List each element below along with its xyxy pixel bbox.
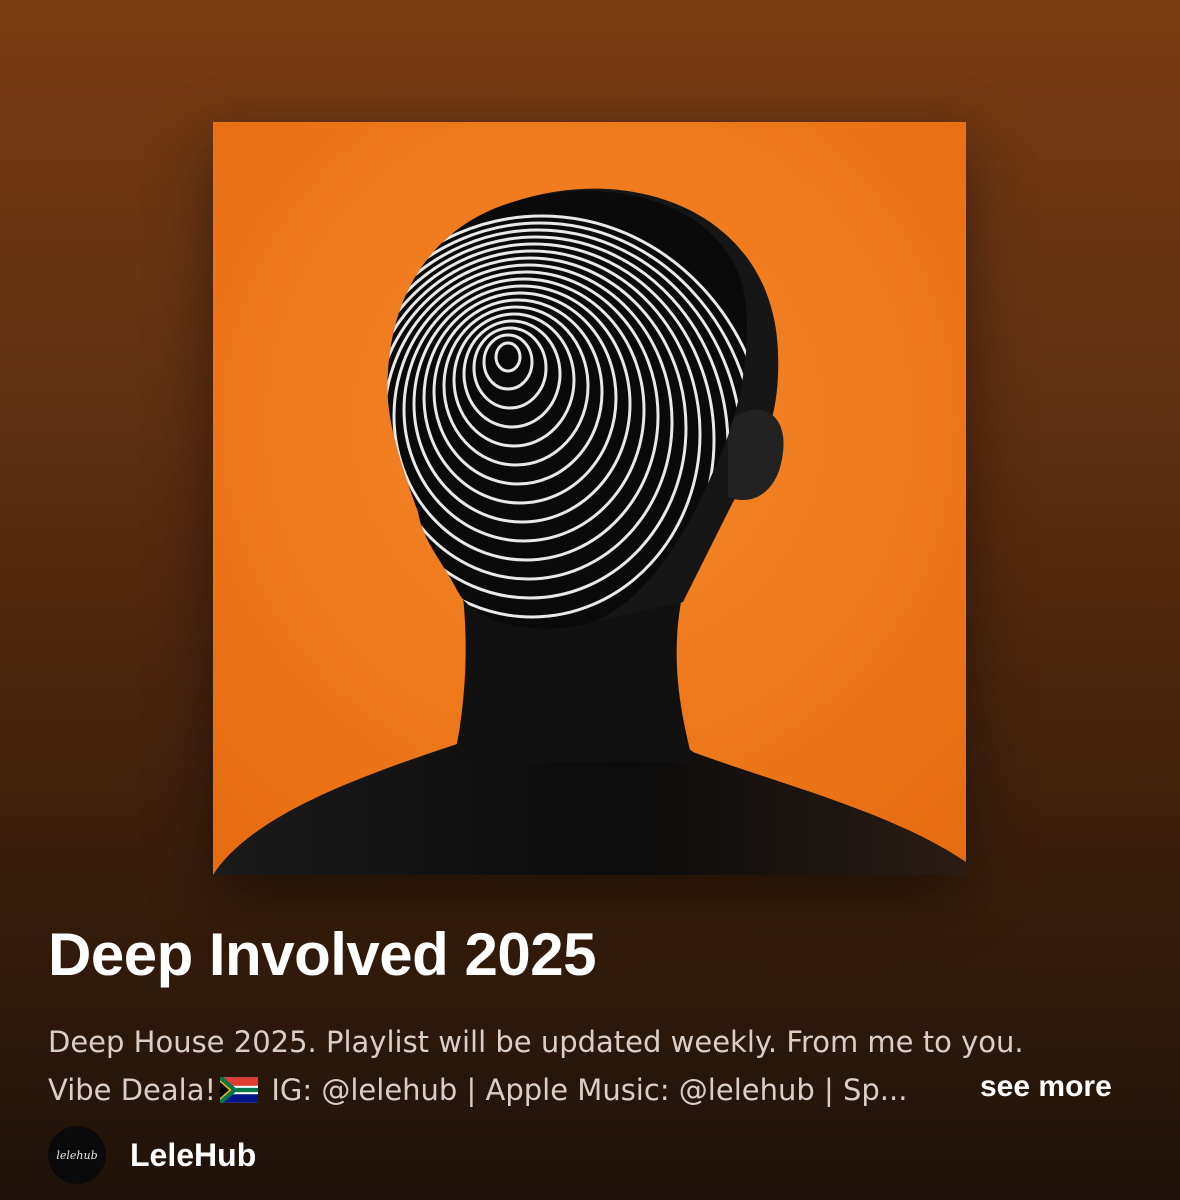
playlist-cover <box>213 122 966 875</box>
see-more-button[interactable]: see more <box>980 1070 1112 1104</box>
playlist-title: Deep Involved 2025 <box>48 921 596 988</box>
avatar-logo-text: lelehub <box>56 1148 98 1162</box>
description-links-text: IG: @lelehub | Apple Music: @lelehub | S… <box>262 1073 908 1107</box>
owner-link[interactable]: lelehub LeleHub <box>48 1126 256 1184</box>
owner-name[interactable]: LeleHub <box>130 1137 256 1174</box>
cover-art-image <box>213 122 966 875</box>
avatar[interactable]: lelehub <box>48 1126 106 1184</box>
south-africa-flag-icon <box>220 1077 259 1103</box>
description-vibe-text: Vibe Deala! <box>48 1073 217 1107</box>
description-line-1: Deep House 2025. Playlist will be update… <box>48 1025 1024 1059</box>
